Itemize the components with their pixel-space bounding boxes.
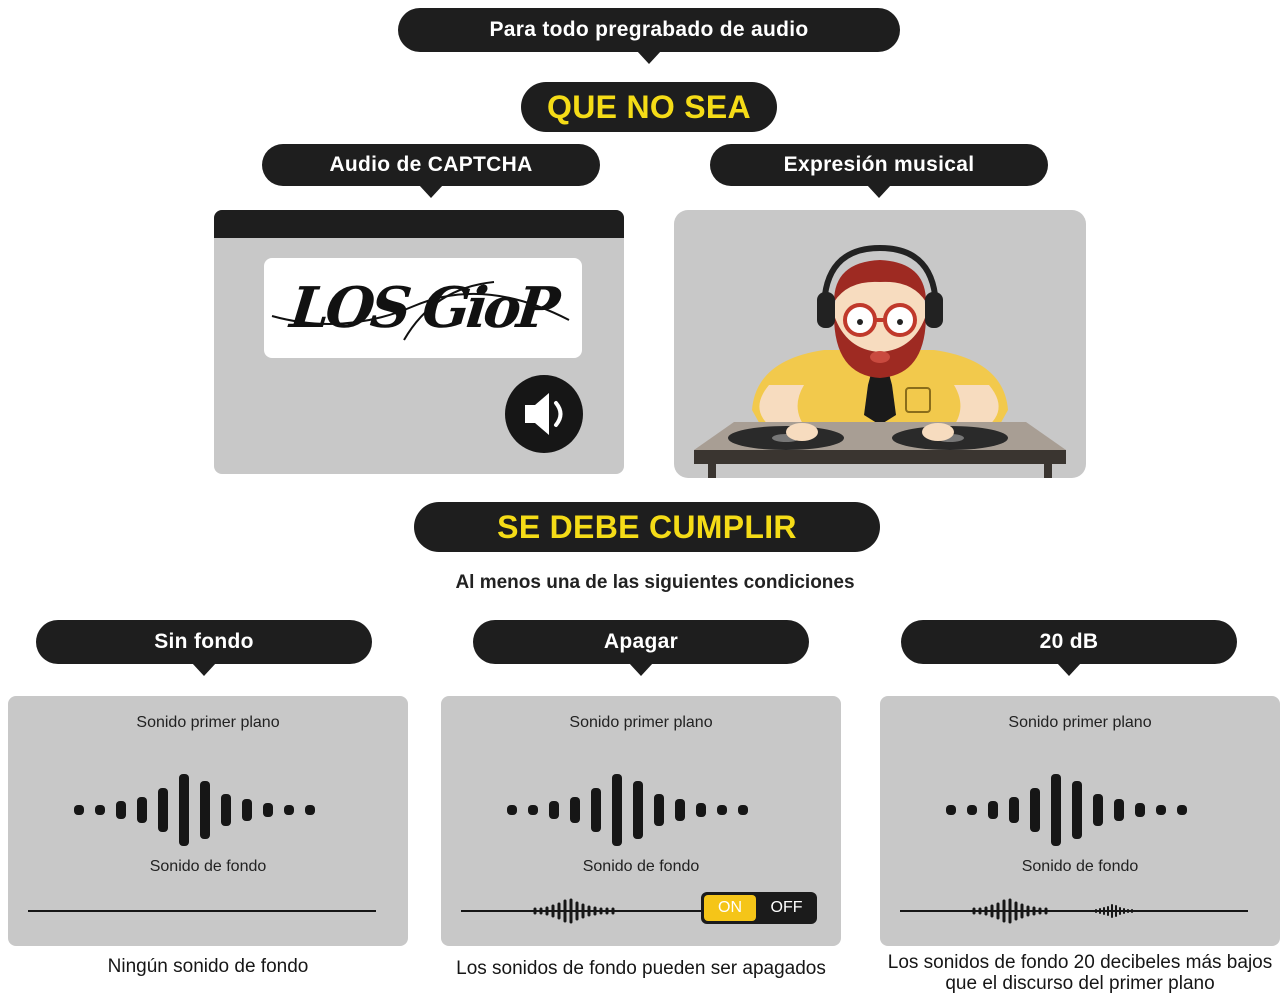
wave-bar	[263, 803, 273, 817]
background-toggle[interactable]: ON OFF	[701, 892, 817, 924]
wave-bar	[95, 805, 105, 815]
header-title: Para todo pregrabado de audio	[489, 18, 809, 41]
speaker-button[interactable]	[505, 375, 583, 453]
wave-bar	[967, 805, 977, 815]
pill-pointer	[629, 663, 653, 676]
wave-bar	[179, 774, 189, 846]
wave-bar	[507, 805, 517, 815]
wave-bar	[946, 805, 956, 815]
wave-bar	[1114, 799, 1124, 821]
condition-1-title: Sin fondo	[154, 630, 254, 653]
pill-pointer	[637, 51, 661, 64]
wave-bar	[1156, 805, 1166, 815]
header-title-pill: Para todo pregrabado de audio	[398, 8, 900, 64]
wave-bar	[137, 797, 147, 823]
wave-bar	[549, 801, 559, 819]
wave-bar	[675, 799, 685, 821]
requirements-heading-pill: SE DEBE CUMPLIR	[414, 502, 880, 552]
condition-2-title: Apagar	[603, 630, 679, 653]
captcha-image: LOS GioP	[264, 258, 582, 358]
pill-pointer	[419, 185, 443, 198]
foreground-waveform	[946, 774, 1187, 846]
wave-bar	[528, 805, 538, 815]
wave-bar	[717, 805, 727, 815]
condition-1-panel: Sonido primer plano Sonido de fondo	[8, 696, 408, 946]
wave-bar	[200, 781, 210, 839]
music-label: Expresión musical	[783, 153, 975, 176]
foreground-label: Sonido primer plano	[136, 714, 280, 731]
wave-bar	[612, 774, 622, 846]
condition-3-caption-line1: Los sonidos de fondo 20 decibeles más ba…	[887, 952, 1273, 973]
background-label: Sonido de fondo	[149, 858, 267, 875]
wave-bar	[1177, 805, 1187, 815]
wave-bar	[696, 803, 706, 817]
wave-bar	[158, 788, 168, 832]
toggle-on[interactable]: ON	[704, 895, 756, 921]
captcha-panel: LOS GioP	[214, 210, 624, 474]
condition-2-panel: Sonido primer plano Sonido de fondo ON O…	[441, 696, 841, 946]
wave-bar	[74, 805, 84, 815]
condition-2-caption: Los sonidos de fondo pueden ser apagados	[456, 958, 826, 979]
foreground-waveform	[74, 774, 315, 846]
condition-3-pill: 20 dB	[901, 620, 1237, 676]
pill-pointer	[867, 185, 891, 198]
music-label-pill: Expresión musical	[710, 144, 1048, 198]
wave-bar	[591, 788, 601, 832]
wave-bar	[654, 794, 664, 826]
toggle-off[interactable]: OFF	[756, 892, 817, 924]
foreground-waveform	[507, 774, 748, 846]
exceptions-heading-pill: QUE NO SEA	[521, 82, 777, 132]
captcha-text: LOS GioP	[287, 275, 559, 341]
wave-bar	[1009, 797, 1019, 823]
wave-bar	[116, 801, 126, 819]
pill-pointer	[1057, 663, 1081, 676]
condition-1-pill: Sin fondo	[36, 620, 372, 676]
foreground-label: Sonido primer plano	[1008, 714, 1152, 731]
wave-bar	[1135, 803, 1145, 817]
wave-bar	[242, 799, 252, 821]
exceptions-heading: QUE NO SEA	[547, 88, 751, 125]
requirements-heading: SE DEBE CUMPLIR	[497, 508, 797, 545]
wave-bar	[1072, 781, 1082, 839]
wave-bar	[305, 805, 315, 815]
background-flatline	[28, 910, 376, 912]
requirements-subtitle: Al menos una de las siguientes condicion…	[455, 572, 855, 593]
condition-2-pill: Apagar	[473, 620, 809, 676]
condition-3-title: 20 dB	[1039, 630, 1099, 653]
music-panel	[674, 210, 1086, 478]
condition-3-panel: Sonido primer plano Sonido de fondo	[880, 696, 1280, 946]
wave-bar	[1051, 774, 1061, 846]
wave-bar	[570, 797, 580, 823]
wave-bar	[284, 805, 294, 815]
captcha-label: Audio de CAPTCHA	[329, 153, 533, 176]
condition-3-caption-line2: que el discurso del primer plano	[945, 973, 1215, 994]
wave-bar	[1093, 794, 1103, 826]
wave-bar	[1030, 788, 1040, 832]
wave-bar	[988, 801, 998, 819]
pill-pointer	[192, 663, 216, 676]
captcha-panel-titlebar	[214, 210, 624, 238]
wave-bar	[221, 794, 231, 826]
foreground-label: Sonido primer plano	[569, 714, 713, 731]
captcha-label-pill: Audio de CAPTCHA	[262, 144, 600, 198]
background-waveform	[461, 898, 701, 924]
background-label: Sonido de fondo	[1021, 858, 1139, 875]
condition-1-caption: Ningún sonido de fondo	[107, 956, 309, 977]
speaker-icon	[525, 393, 563, 435]
condition-3-caption: Los sonidos de fondo 20 decibeles más ba…	[876, 952, 1284, 994]
wave-bar	[633, 781, 643, 839]
wave-bar	[738, 805, 748, 815]
background-label: Sonido de fondo	[582, 858, 700, 875]
dj-illustration	[694, 244, 1066, 478]
background-waveform	[900, 898, 1248, 924]
